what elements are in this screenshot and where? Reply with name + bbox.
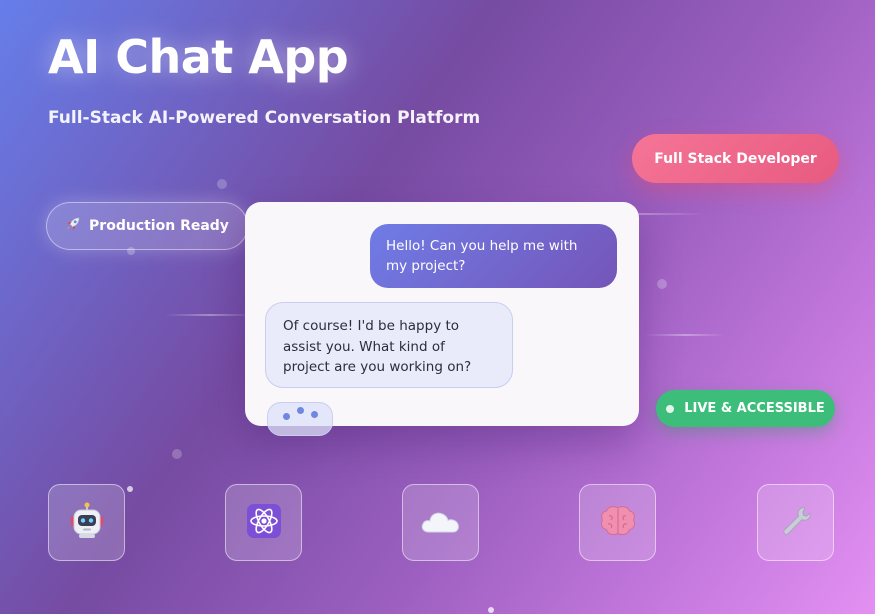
production-ready-label: Production Ready	[89, 218, 229, 234]
wrench-icon	[778, 503, 814, 543]
role-badge-label: Full Stack Developer	[654, 150, 817, 167]
feature-tile-atom[interactable]	[225, 484, 302, 561]
app-subtitle: Full-Stack AI-Powered Conversation Platf…	[48, 108, 481, 128]
atom-icon	[244, 501, 284, 545]
brain-icon	[598, 503, 638, 543]
particle	[172, 449, 182, 459]
cloud-icon	[419, 505, 463, 541]
rocket-icon	[65, 216, 81, 236]
feature-tile-cloud[interactable]	[402, 484, 479, 561]
feature-tile-brain[interactable]	[579, 484, 656, 561]
assistant-message-text: Of course! I'd be happy to assist you. W…	[283, 318, 472, 375]
user-message-text: Hello! Can you help me with my project?	[386, 238, 578, 274]
user-message-bubble: Hello! Can you help me with my project?	[370, 224, 617, 288]
particle	[127, 486, 133, 492]
feature-tile-wrench[interactable]	[757, 484, 834, 561]
chat-preview-card: Hello! Can you help me with my project? …	[245, 202, 639, 436]
typing-indicator	[267, 402, 333, 436]
light-streak	[165, 314, 255, 316]
production-ready-badge: Production Ready	[46, 202, 248, 250]
typing-dot	[283, 413, 290, 420]
feature-tile-robot[interactable]	[48, 484, 125, 561]
particle	[488, 607, 494, 613]
robot-icon	[67, 501, 107, 545]
assistant-message-bubble: Of course! I'd be happy to assist you. W…	[265, 302, 513, 388]
status-dot-icon	[666, 404, 675, 413]
live-status-badge: LIVE & ACCESSIBLE	[656, 390, 835, 427]
typing-dot	[297, 407, 304, 414]
light-streak	[645, 334, 725, 336]
app-title: AI Chat App	[48, 30, 349, 84]
live-status-label: LIVE & ACCESSIBLE	[684, 401, 825, 416]
particle	[217, 179, 227, 189]
role-badge: Full Stack Developer	[632, 134, 839, 183]
typing-dot	[311, 411, 318, 418]
particle	[657, 279, 667, 289]
